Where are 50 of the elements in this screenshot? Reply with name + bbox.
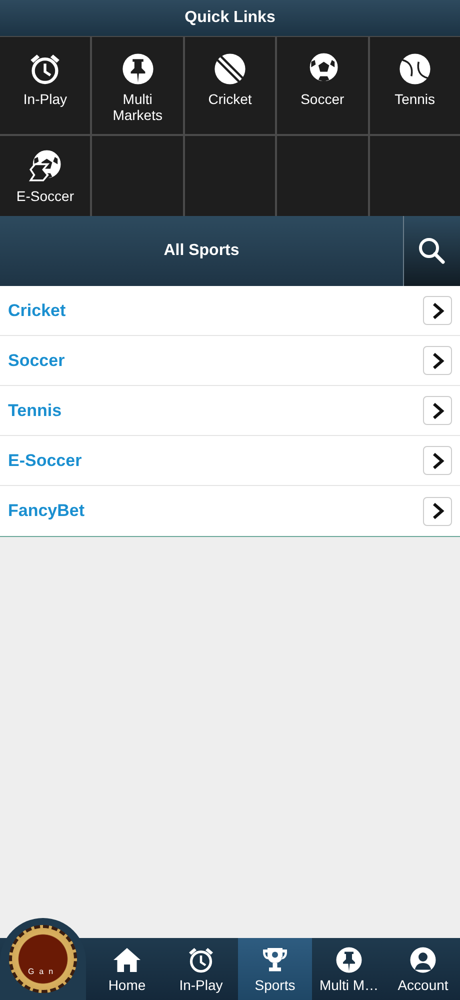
arrow-button[interactable] bbox=[423, 346, 452, 375]
section-title: All Sports bbox=[162, 242, 240, 260]
nav-tab[interactable]: Multi M… bbox=[312, 938, 386, 1000]
pushpin-icon bbox=[334, 945, 364, 975]
arrow-button[interactable] bbox=[423, 496, 452, 526]
sport-name: E-Soccer bbox=[8, 450, 82, 470]
sport-name: FancyBet bbox=[8, 501, 85, 521]
chevron-right-icon bbox=[430, 352, 444, 370]
esoccer-ball-icon bbox=[27, 148, 64, 184]
quick-link-tile[interactable]: In-Play bbox=[0, 37, 90, 134]
quick-link-tile[interactable]: Soccer bbox=[277, 37, 368, 134]
sport-row[interactable]: FancyBet bbox=[0, 486, 460, 536]
search-icon bbox=[417, 236, 447, 266]
nav-tab[interactable]: Home bbox=[90, 938, 164, 1000]
section-title: Quick Links bbox=[184, 9, 276, 27]
sport-name: Tennis bbox=[8, 400, 62, 420]
quick-link-tile[interactable]: Cricket bbox=[184, 37, 276, 134]
tile-label: In-Play bbox=[23, 91, 67, 107]
house-icon bbox=[112, 945, 142, 975]
quick-link-tile[interactable]: Multi Markets bbox=[92, 37, 183, 134]
sport-row[interactable]: Soccer bbox=[0, 336, 460, 386]
nav-tab[interactable]: In-Play bbox=[164, 938, 238, 1000]
sport-name: Soccer bbox=[8, 350, 65, 370]
sport-row[interactable]: Cricket bbox=[0, 286, 460, 336]
sport-row[interactable]: E-Soccer bbox=[0, 436, 460, 486]
tile-label: Soccer bbox=[300, 91, 344, 107]
quick-link-tile[interactable]: E-Soccer bbox=[0, 136, 90, 216]
tile-label: E-Soccer bbox=[16, 188, 74, 204]
tile-label: Cricket bbox=[208, 91, 252, 107]
user-icon bbox=[408, 945, 438, 975]
nav-tab[interactable]: Account bbox=[386, 938, 460, 1000]
nav-tab[interactable]: Sports bbox=[238, 938, 312, 1000]
chip-label: Gan bbox=[28, 967, 58, 976]
arrow-button[interactable] bbox=[423, 296, 452, 325]
cricket-ball-icon bbox=[212, 51, 248, 87]
tile-label: Multi Markets bbox=[112, 91, 162, 123]
chevron-right-icon bbox=[430, 452, 444, 470]
quick-link-tile[interactable]: Tennis bbox=[370, 37, 460, 134]
chevron-right-icon bbox=[430, 302, 444, 320]
chevron-right-icon bbox=[430, 402, 444, 420]
casino-chip-button[interactable]: Gan bbox=[0, 918, 86, 1000]
arrow-button[interactable] bbox=[423, 396, 452, 425]
pushpin-icon bbox=[120, 51, 156, 87]
tile-label: Tennis bbox=[394, 91, 436, 107]
search-button[interactable] bbox=[403, 216, 460, 286]
sport-name: Cricket bbox=[8, 300, 66, 320]
tennis-ball-icon bbox=[396, 51, 433, 87]
sport-row[interactable]: Tennis bbox=[0, 386, 460, 436]
chevron-right-icon bbox=[430, 502, 444, 520]
arrow-button[interactable] bbox=[423, 446, 452, 475]
